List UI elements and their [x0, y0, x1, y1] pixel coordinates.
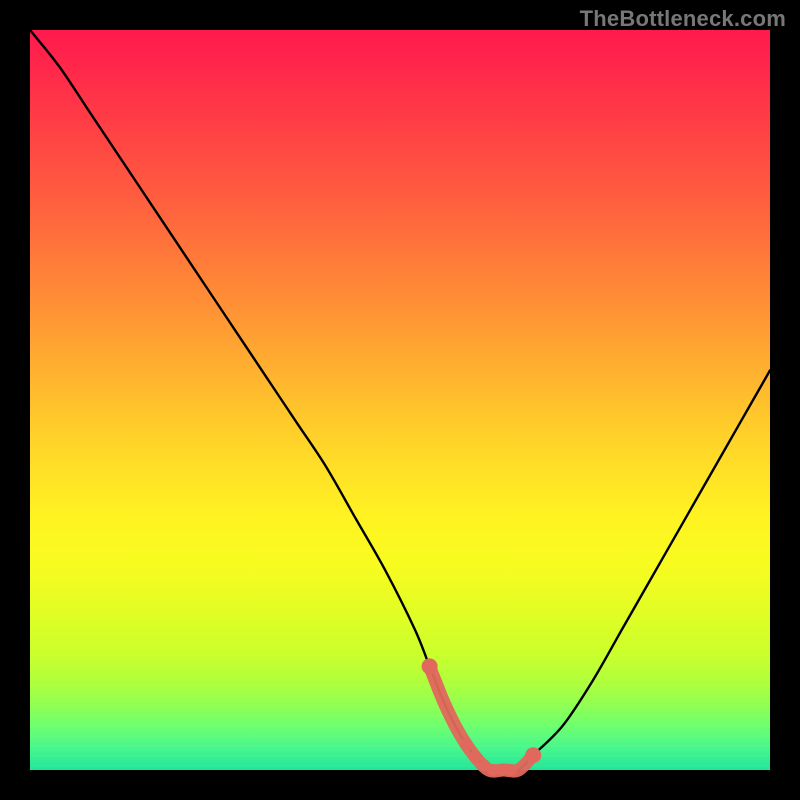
- gradient-background: [30, 30, 770, 770]
- chart-svg: [0, 0, 800, 800]
- chart-container: TheBottleneck.com: [0, 0, 800, 800]
- watermark-text: TheBottleneck.com: [580, 6, 786, 32]
